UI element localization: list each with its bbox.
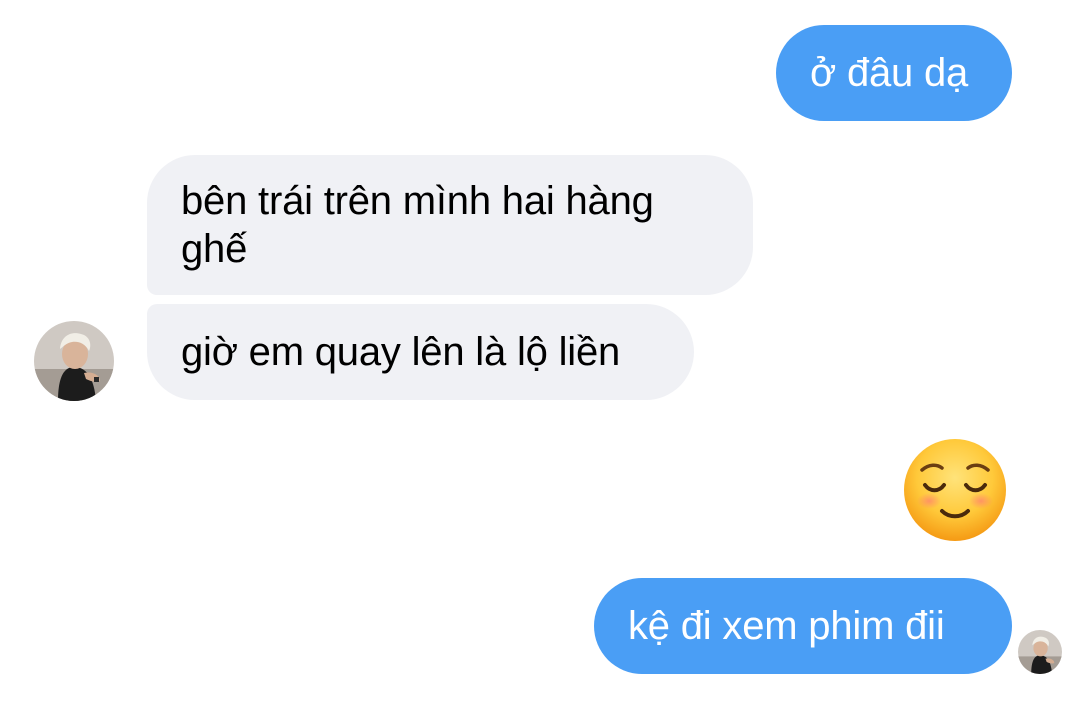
incoming-message-bubble[interactable]: giờ em quay lên là lộ liền bbox=[147, 304, 694, 400]
message-text: kệ đi xem phim đii bbox=[628, 604, 945, 648]
contact-avatar[interactable] bbox=[34, 321, 114, 401]
message-text: ở đâu dạ bbox=[810, 51, 969, 95]
message-text: giờ em quay lên là lộ liền bbox=[181, 330, 621, 374]
read-receipt-avatar bbox=[1018, 630, 1062, 674]
outgoing-message-bubble[interactable]: kệ đi xem phim đii bbox=[594, 578, 1012, 674]
outgoing-message-bubble[interactable]: ở đâu dạ bbox=[776, 25, 1012, 121]
read-receipt-avatar-icon bbox=[1018, 630, 1062, 674]
smiling-face-with-closed-eyes-icon bbox=[904, 439, 1006, 541]
avatar-photo-icon bbox=[34, 321, 114, 401]
incoming-message-bubble[interactable]: bên trái trên mình hai hàng ghế bbox=[147, 155, 753, 295]
emoji-message[interactable] bbox=[902, 437, 1008, 543]
chat-thread: ở đâu dạ bên trái trên mình hai hàng ghế… bbox=[0, 0, 1080, 710]
message-text: bên trái trên mình hai hàng ghế bbox=[181, 179, 654, 271]
